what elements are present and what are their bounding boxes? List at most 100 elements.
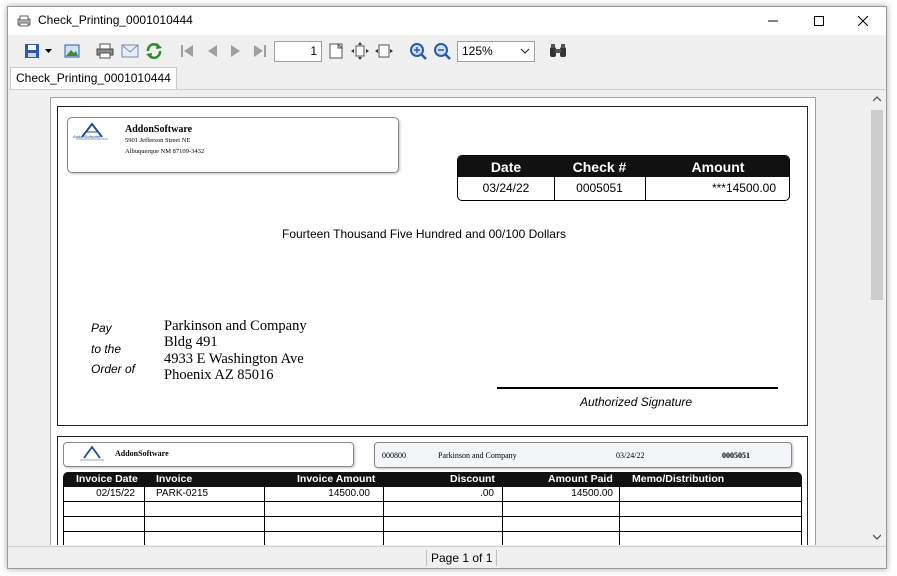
table-row xyxy=(63,502,802,517)
report-viewer-window: Check_Printing_0001010444 1 125% Check_P… xyxy=(7,6,887,569)
maximize-icon xyxy=(814,16,824,26)
minimize-button[interactable] xyxy=(750,7,796,35)
column-header-invoice: Invoice xyxy=(156,473,193,485)
close-icon xyxy=(858,16,868,26)
tab-check-printing[interactable]: Check_Printing_0001010444 xyxy=(10,67,177,89)
next-page-icon xyxy=(231,45,240,57)
minimize-icon xyxy=(768,20,778,22)
empty-cell xyxy=(384,517,503,532)
scroll-up-icon[interactable] xyxy=(873,96,881,102)
report-view-area: AddonSoftware AddonSoftware 5901 Jeffers… xyxy=(9,89,885,545)
toolbar: 1 125% xyxy=(8,35,886,67)
empty-cell xyxy=(265,517,384,532)
empty-cell xyxy=(503,517,620,532)
scrollbar-thumb[interactable] xyxy=(871,110,883,300)
company-block: AddonSoftware AddonSoftware 5901 Jeffers… xyxy=(67,117,399,173)
payee-address-line3: Phoenix AZ 85016 xyxy=(164,367,274,383)
refresh-button[interactable] xyxy=(143,40,165,62)
binoculars-icon xyxy=(550,44,566,57)
empty-cell xyxy=(145,517,265,532)
empty-cell xyxy=(145,532,265,545)
refresh-icon xyxy=(146,43,162,59)
memo-cell xyxy=(620,487,801,502)
image-icon xyxy=(64,44,80,58)
table-header: Date Check # Amount xyxy=(458,156,789,177)
export-image-button[interactable] xyxy=(61,40,83,62)
stub-check-date: 03/24/22 xyxy=(616,451,645,460)
title-bar: Check_Printing_0001010444 xyxy=(8,7,886,35)
page-number-input[interactable]: 1 xyxy=(274,41,322,62)
find-button[interactable] xyxy=(547,40,569,62)
empty-cell xyxy=(64,502,145,517)
last-page-button[interactable] xyxy=(249,40,271,62)
first-page-icon xyxy=(181,45,193,57)
next-page-button[interactable] xyxy=(225,40,247,62)
signature-label: Authorized Signature xyxy=(580,395,693,409)
remittance-stub: AddonSoftware 000800 Parkinson and Compa… xyxy=(57,436,808,545)
scroll-down-icon[interactable] xyxy=(873,534,881,540)
maximize-button[interactable] xyxy=(796,7,842,35)
vertical-scrollbar[interactable] xyxy=(869,90,885,545)
invoice-table-header: Invoice Date Invoice Invoice Amount Disc… xyxy=(63,472,802,487)
amount-paid-cell: 14500.00 xyxy=(503,487,620,502)
amount-header: Amount xyxy=(691,159,745,175)
check-number-header: Check # xyxy=(572,159,627,175)
report-page: AddonSoftware AddonSoftware 5901 Jeffers… xyxy=(50,97,816,545)
pay-label: Pay xyxy=(91,321,112,335)
window-title: Check_Printing_0001010444 xyxy=(38,13,193,27)
vendor-name: Parkinson and Company xyxy=(438,451,517,460)
company-address-line2: Albuquerque NM 87109-3432 xyxy=(125,148,205,155)
check-amount: ***14500.00 xyxy=(711,181,776,195)
close-button[interactable] xyxy=(840,7,886,35)
save-dropdown-button[interactable] xyxy=(43,40,53,62)
empty-cell xyxy=(503,502,620,517)
order-of-label: Order of xyxy=(91,362,136,376)
column-header-invoice-amount: Invoice Amount xyxy=(297,473,376,485)
stub-company-name: AddonSoftware xyxy=(115,449,169,458)
empty-cell xyxy=(384,532,503,545)
fit-page-icon xyxy=(351,42,369,60)
empty-cell xyxy=(503,532,620,545)
empty-cell xyxy=(64,532,145,545)
page-count-status: Page 1 of 1 xyxy=(426,550,498,566)
logo-caption: AddonSoftware xyxy=(73,134,101,139)
payee-address-line2: 4933 E Washington Ave xyxy=(164,351,304,367)
status-bar: Page 1 of 1 xyxy=(8,546,886,568)
zoom-in-icon xyxy=(410,43,427,60)
fit-width-button[interactable] xyxy=(373,40,395,62)
to-the-label: to the xyxy=(91,342,122,356)
company-name: AddonSoftware xyxy=(125,124,193,135)
zoom-in-button[interactable] xyxy=(407,40,429,62)
fit-page-button[interactable] xyxy=(349,40,371,62)
check-number: 0005051 xyxy=(576,181,623,195)
print-button[interactable] xyxy=(94,40,116,62)
zoom-out-button[interactable] xyxy=(431,40,453,62)
chevron-down-icon xyxy=(520,48,530,54)
invoice-date-cell: 02/15/22 xyxy=(64,487,145,502)
stub-check-number: 0005051 xyxy=(722,451,750,460)
date-header: Date xyxy=(490,159,522,175)
email-button[interactable] xyxy=(119,40,141,62)
zoom-out-icon xyxy=(434,43,451,60)
save-button[interactable] xyxy=(21,40,43,62)
empty-cell xyxy=(265,502,384,517)
discount-cell: .00 xyxy=(384,487,503,502)
check-section: AddonSoftware AddonSoftware 5901 Jeffers… xyxy=(57,106,808,426)
table-row: 02/15/22 PARK-0215 14500.00 .00 14500.00 xyxy=(63,487,802,502)
column-header-amount-paid: Amount Paid xyxy=(548,473,613,485)
column-header-invoice-date: Invoice Date xyxy=(76,473,138,485)
empty-cell xyxy=(384,502,503,517)
stub-company-block: AddonSoftware xyxy=(63,442,354,467)
first-page-button[interactable] xyxy=(176,40,198,62)
fit-width-icon xyxy=(375,44,393,58)
invoice-amount-cell: 14500.00 xyxy=(265,487,384,502)
printer-app-icon xyxy=(17,15,31,27)
date-check-amount-table: Date Check # Amount 03/24/22 0005051 ***… xyxy=(457,155,790,201)
chevron-down-icon xyxy=(44,49,52,53)
single-page-button[interactable] xyxy=(325,40,347,62)
zoom-level-select[interactable]: 125% xyxy=(457,41,535,62)
check-date: 03/24/22 xyxy=(482,181,530,195)
invoice-cell: PARK-0215 xyxy=(145,487,265,502)
previous-page-icon xyxy=(208,45,217,57)
previous-page-button[interactable] xyxy=(201,40,223,62)
